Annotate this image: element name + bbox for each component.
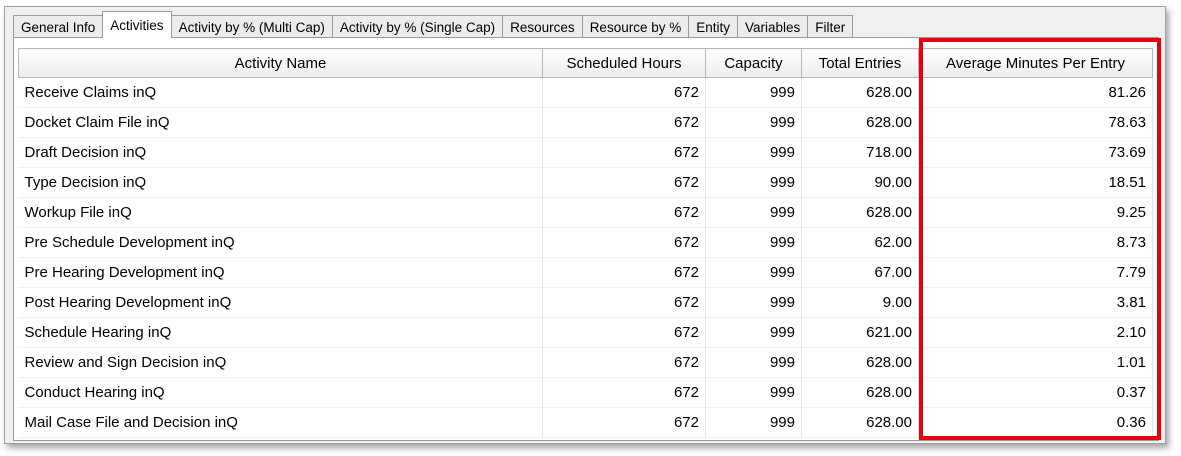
cell-total-entries: 9.00 [801, 287, 919, 318]
cell-activity-name: Draft Decision inQ [18, 137, 543, 168]
cell-scheduled-hours: 672 [542, 407, 706, 438]
table-row[interactable]: Receive Claims inQ 672 999 628.00 81.26 [18, 77, 1153, 108]
cell-scheduled-hours: 672 [542, 167, 706, 198]
cell-total-entries: 628.00 [801, 107, 919, 138]
cell-average-minutes: 73.69 [918, 137, 1153, 168]
cell-total-entries: 90.00 [801, 167, 919, 198]
column-header-total-entries[interactable]: Total Entries [801, 48, 919, 78]
cell-activity-name: Docket Claim File inQ [18, 107, 543, 138]
table-row[interactable]: Pre Hearing Development inQ 672 999 67.0… [18, 257, 1153, 288]
table-row[interactable]: Conduct Hearing inQ 672 999 628.00 0.37 [18, 377, 1153, 408]
table-row[interactable]: Review and Sign Decision inQ 672 999 628… [18, 347, 1153, 378]
cell-scheduled-hours: 672 [542, 317, 706, 348]
cell-capacity: 999 [705, 167, 802, 198]
table-row[interactable]: Pre Schedule Development inQ 672 999 62.… [18, 227, 1153, 258]
cell-average-minutes: 78.63 [918, 107, 1153, 138]
cell-average-minutes: 2.10 [918, 317, 1153, 348]
column-header-activity-name[interactable]: Activity Name [18, 48, 543, 78]
cell-activity-name: Type Decision inQ [18, 167, 543, 198]
cell-total-entries: 628.00 [801, 197, 919, 228]
cell-average-minutes: 9.25 [918, 197, 1153, 228]
cell-total-entries: 62.00 [801, 227, 919, 258]
table-row[interactable]: Schedule Hearing inQ 672 999 621.00 2.10 [18, 317, 1153, 348]
column-header-scheduled-hours[interactable]: Scheduled Hours [542, 48, 706, 78]
tab-bar: General Info Activities Activity by % (M… [13, 11, 854, 38]
table-row[interactable]: Type Decision inQ 672 999 90.00 18.51 [18, 167, 1153, 198]
cell-capacity: 999 [705, 377, 802, 408]
tab-general-info[interactable]: General Info [13, 15, 104, 38]
cell-capacity: 999 [705, 317, 802, 348]
cell-capacity: 999 [705, 137, 802, 168]
cell-total-entries: 628.00 [801, 377, 919, 408]
cell-scheduled-hours: 672 [542, 257, 706, 288]
cell-total-entries: 718.00 [801, 137, 919, 168]
cell-activity-name: Post Hearing Development inQ [18, 287, 543, 318]
tab-variables[interactable]: Variables [737, 15, 809, 38]
tab-resources[interactable]: Resources [502, 15, 583, 38]
cell-average-minutes: 0.37 [918, 377, 1153, 408]
cell-scheduled-hours: 672 [542, 287, 706, 318]
cell-activity-name: Schedule Hearing inQ [18, 317, 543, 348]
cell-capacity: 999 [705, 197, 802, 228]
cell-activity-name: Mail Case File and Decision inQ [18, 407, 543, 438]
cell-capacity: 999 [705, 107, 802, 138]
table-row[interactable]: Mail Case File and Decision inQ 672 999 … [18, 407, 1153, 438]
cell-average-minutes: 81.26 [918, 77, 1153, 108]
tab-resource-by-pct[interactable]: Resource by % [581, 15, 690, 38]
cell-average-minutes: 18.51 [918, 167, 1153, 198]
activities-panel: Activity Name Scheduled Hours Capacity T… [13, 37, 1159, 441]
cell-activity-name: Pre Schedule Development inQ [18, 227, 543, 258]
cell-capacity: 999 [705, 227, 802, 258]
cell-activity-name: Pre Hearing Development inQ [18, 257, 543, 288]
cell-total-entries: 628.00 [801, 77, 919, 108]
table-row[interactable]: Workup File inQ 672 999 628.00 9.25 [18, 197, 1153, 228]
cell-activity-name: Receive Claims inQ [18, 77, 543, 108]
cell-total-entries: 628.00 [801, 347, 919, 378]
cell-scheduled-hours: 672 [542, 137, 706, 168]
table-header-row: Activity Name Scheduled Hours Capacity T… [18, 48, 1153, 78]
cell-average-minutes: 0.36 [918, 407, 1153, 438]
cell-capacity: 999 [705, 347, 802, 378]
tab-entity[interactable]: Entity [688, 15, 738, 38]
tab-activity-by-pct-single-cap[interactable]: Activity by % (Single Cap) [331, 15, 504, 38]
cell-activity-name: Review and Sign Decision inQ [18, 347, 543, 378]
report-window: General Info Activities Activity by % (M… [4, 6, 1166, 444]
tab-filter[interactable]: Filter [807, 15, 854, 38]
cell-total-entries: 628.00 [801, 407, 919, 438]
activities-table: Activity Name Scheduled Hours Capacity T… [18, 48, 1153, 438]
cell-scheduled-hours: 672 [542, 227, 706, 258]
cell-activity-name: Workup File inQ [18, 197, 543, 228]
table-row[interactable]: Post Hearing Development inQ 672 999 9.0… [18, 287, 1153, 318]
cell-total-entries: 67.00 [801, 257, 919, 288]
cell-capacity: 999 [705, 407, 802, 438]
cell-average-minutes: 1.01 [918, 347, 1153, 378]
table-row[interactable]: Docket Claim File inQ 672 999 628.00 78.… [18, 107, 1153, 138]
table-row[interactable]: Draft Decision inQ 672 999 718.00 73.69 [18, 137, 1153, 168]
column-header-average-minutes-per-entry[interactable]: Average Minutes Per Entry [918, 48, 1153, 78]
cell-scheduled-hours: 672 [542, 77, 706, 108]
cell-scheduled-hours: 672 [542, 107, 706, 138]
cell-capacity: 999 [705, 77, 802, 108]
column-header-capacity[interactable]: Capacity [705, 48, 802, 78]
cell-scheduled-hours: 672 [542, 347, 706, 378]
cell-scheduled-hours: 672 [542, 197, 706, 228]
cell-average-minutes: 3.81 [918, 287, 1153, 318]
cell-average-minutes: 7.79 [918, 257, 1153, 288]
tab-activities[interactable]: Activities [102, 11, 172, 38]
cell-activity-name: Conduct Hearing inQ [18, 377, 543, 408]
tab-activity-by-pct-multi-cap[interactable]: Activity by % (Multi Cap) [170, 15, 333, 38]
cell-capacity: 999 [705, 257, 802, 288]
cell-scheduled-hours: 672 [542, 377, 706, 408]
cell-total-entries: 621.00 [801, 317, 919, 348]
cell-capacity: 999 [705, 287, 802, 318]
cell-average-minutes: 8.73 [918, 227, 1153, 258]
